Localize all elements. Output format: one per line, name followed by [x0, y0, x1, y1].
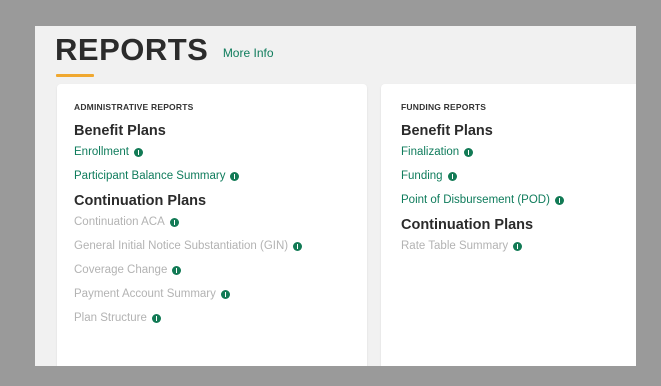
- group-title: Benefit Plans: [401, 123, 493, 139]
- info-icon[interactable]: [169, 217, 179, 227]
- info-icon[interactable]: [230, 171, 240, 181]
- info-icon[interactable]: [464, 147, 474, 157]
- more-info-link[interactable]: More Info: [223, 46, 274, 60]
- info-icon[interactable]: [220, 289, 230, 299]
- title-underline: [56, 74, 94, 77]
- group-title: Benefit Plans: [74, 123, 166, 139]
- administrative-reports-card: ADMINISTRATIVE REPORTS Benefit Plans Enr…: [57, 84, 367, 366]
- report-link-label: Participant Balance Summary: [74, 170, 226, 182]
- info-icon[interactable]: [151, 313, 161, 323]
- section-label-administrative: ADMINISTRATIVE REPORTS: [74, 102, 194, 112]
- report-link-participant-balance-summary[interactable]: Participant Balance Summary: [74, 169, 350, 183]
- report-link-label: Enrollment: [74, 146, 129, 158]
- report-link-label: Funding: [401, 170, 443, 182]
- admin-group-benefit-plans: Benefit Plans Enrollment Participant Bal…: [74, 123, 350, 183]
- info-icon[interactable]: [447, 171, 457, 181]
- funding-reports-card: FUNDING REPORTS Benefit Plans Finalizati…: [381, 84, 636, 366]
- report-link-label: Rate Table Summary: [401, 240, 509, 252]
- report-link-label: Finalization: [401, 146, 460, 158]
- report-link-label: Plan Structure: [74, 312, 147, 324]
- funding-group-benefit-plans: Benefit Plans Finalization Funding Point…: [401, 123, 636, 207]
- report-link-funding[interactable]: Funding: [401, 169, 636, 183]
- report-link-general-initial-notice: General Initial Notice Substantiation (G…: [74, 239, 350, 253]
- report-link-continuation-aca: Continuation ACA: [74, 215, 350, 229]
- page-header: REPORTS More Info: [55, 32, 274, 82]
- report-link-label: Payment Account Summary: [74, 288, 216, 300]
- info-icon[interactable]: [554, 195, 564, 205]
- info-icon[interactable]: [172, 265, 182, 275]
- info-icon[interactable]: [513, 241, 523, 251]
- report-link-finalization[interactable]: Finalization: [401, 145, 636, 159]
- section-label-funding: FUNDING REPORTS: [401, 102, 487, 112]
- info-icon[interactable]: [133, 147, 143, 157]
- report-link-enrollment[interactable]: Enrollment: [74, 145, 350, 159]
- report-link-coverage-change: Coverage Change: [74, 263, 350, 277]
- reports-page: REPORTS More Info ADMINISTRATIVE REPORTS…: [35, 26, 636, 366]
- report-link-plan-structure: Plan Structure: [74, 311, 350, 325]
- admin-group-continuation-plans: Continuation Plans Continuation ACA Gene…: [74, 193, 350, 325]
- report-link-label: Continuation ACA: [74, 216, 165, 228]
- group-title: Continuation Plans: [401, 217, 534, 233]
- group-title: Continuation Plans: [74, 193, 207, 209]
- report-link-payment-account-summary: Payment Account Summary: [74, 287, 350, 301]
- report-link-label: Coverage Change: [74, 264, 168, 276]
- report-link-point-of-disbursement[interactable]: Point of Disbursement (POD): [401, 193, 636, 207]
- funding-group-continuation-plans: Continuation Plans Rate Table Summary: [401, 217, 636, 253]
- report-link-rate-table-summary: Rate Table Summary: [401, 239, 636, 253]
- report-link-label: Point of Disbursement (POD): [401, 194, 550, 206]
- report-link-label: General Initial Notice Substantiation (G…: [74, 240, 289, 252]
- page-title: REPORTS: [55, 32, 209, 67]
- info-icon[interactable]: [293, 241, 303, 251]
